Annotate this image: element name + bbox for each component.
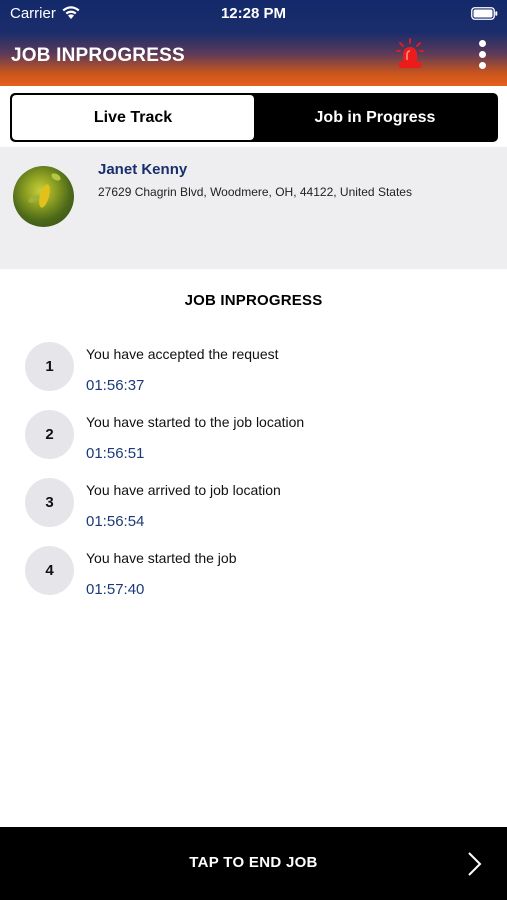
end-job-button[interactable]: TAP TO END JOB [0, 827, 507, 900]
status-time: 12:28 PM [220, 5, 287, 22]
page-title: JOB INPROGRESS [11, 45, 185, 66]
battery-icon [471, 7, 498, 20]
step-text: You have started the job [86, 550, 237, 566]
more-vertical-icon[interactable] [474, 40, 490, 72]
step-text: You have started to the job location [86, 414, 305, 430]
alarm-siren-icon[interactable] [396, 38, 424, 70]
customer-address: 27629 Chagrin Blvd, Woodmere, OH, 44122,… [98, 185, 412, 199]
step-text: You have accepted the request [86, 346, 279, 362]
progress-steps: 1 You have accepted the request 01:56:37… [0, 340, 507, 612]
step-time: 01:56:37 [86, 377, 145, 394]
tab-bar: Live Track Job in Progress [10, 93, 498, 142]
customer-name: Janet Kenny [98, 161, 188, 178]
section-title: JOB INPROGRESS [184, 292, 323, 309]
app-header: Carrier 12:28 PM JOB INPROGRESS [0, 0, 507, 86]
status-bar: Carrier 12:28 PM [0, 0, 507, 28]
step-item: 3 You have arrived to job location 01:56… [0, 476, 507, 544]
step-item: 2 You have started to the job location 0… [0, 408, 507, 476]
step-item: 1 You have accepted the request 01:56:37 [0, 340, 507, 408]
step-number-badge: 3 [25, 478, 74, 527]
avatar [13, 166, 74, 227]
step-time: 01:57:40 [86, 581, 145, 598]
step-time: 01:56:54 [86, 513, 145, 530]
step-text: You have arrived to job location [86, 482, 281, 498]
chevron-right-icon [468, 852, 482, 876]
step-time: 01:56:51 [86, 445, 145, 462]
end-job-label: TAP TO END JOB [189, 854, 318, 871]
step-item: 4 You have started the job 01:57:40 [0, 544, 507, 612]
step-number-badge: 2 [25, 410, 74, 459]
tab-job-in-progress[interactable]: Job in Progress [254, 95, 496, 140]
step-number-badge: 1 [25, 342, 74, 391]
tab-live-track[interactable]: Live Track [12, 95, 254, 140]
step-number-badge: 4 [25, 546, 74, 595]
customer-card: Janet Kenny 27629 Chagrin Blvd, Woodmere… [0, 147, 507, 269]
